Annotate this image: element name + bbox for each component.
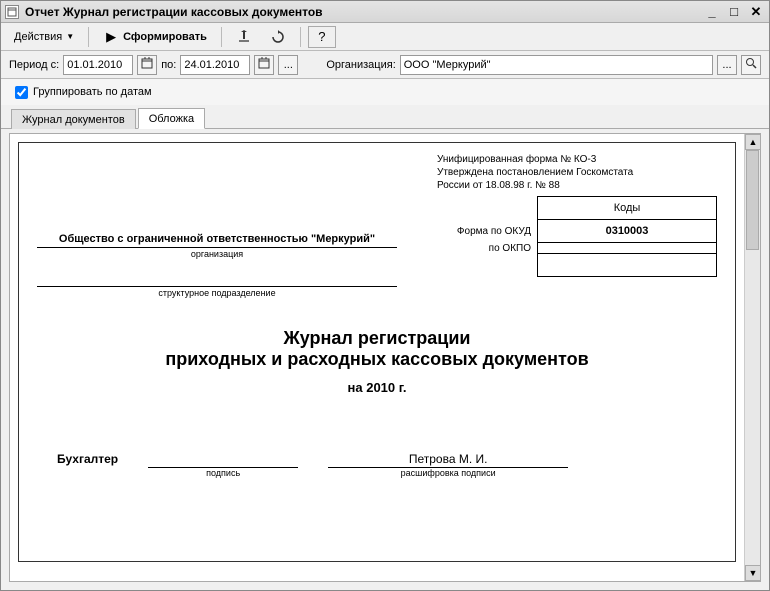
tab-label: Обложка	[149, 113, 194, 125]
signature-line	[148, 450, 298, 468]
cover-page: Общество с ограниченной ответственностью…	[18, 142, 736, 562]
content-area: Общество с ограниченной ответственностью…	[1, 129, 769, 590]
signer-name: Петрова М. И.	[328, 450, 568, 468]
scroll-up-button[interactable]: ▲	[745, 134, 761, 150]
okud-label: Форма по ОКУД	[437, 220, 537, 243]
subdivision-caption: структурное подразделение	[37, 287, 397, 298]
app-icon	[5, 5, 19, 19]
approval-line: Утверждена постановлением Госкомстата	[437, 166, 717, 179]
maximize-button[interactable]: □	[725, 4, 743, 20]
settings-button[interactable]	[229, 26, 259, 48]
period-label: на 2010 г.	[37, 380, 717, 395]
refresh-button[interactable]	[263, 26, 293, 48]
group-by-dates-label: Группировать по датам	[33, 86, 152, 98]
vertical-scrollbar[interactable]: ▲ ▼	[744, 134, 760, 581]
toolbar: Действия ▼ ▶ Сформировать ?	[1, 23, 769, 51]
toolbar-separator	[88, 27, 89, 47]
org-block: Общество с ограниченной ответственностью…	[37, 153, 397, 298]
date-to-picker[interactable]	[254, 55, 274, 75]
help-icon: ?	[314, 29, 330, 45]
window-title: Отчет Журнал регистрации кассовых докуме…	[25, 5, 323, 19]
group-by-dates-checkbox[interactable]	[15, 86, 28, 99]
date-from-input[interactable]	[63, 55, 133, 75]
date-to-input[interactable]	[180, 55, 250, 75]
close-button[interactable]: ✕	[747, 4, 765, 20]
period-to-label: по:	[161, 59, 176, 71]
period-from-label: Период с:	[9, 59, 59, 71]
title-line-1: Журнал регистрации	[37, 328, 717, 349]
period-select-button[interactable]: ...	[278, 55, 298, 75]
scroll-down-button[interactable]: ▼	[745, 565, 761, 581]
generate-button[interactable]: ▶ Сформировать	[96, 26, 214, 48]
calendar-icon	[258, 57, 270, 72]
date-from-picker[interactable]	[137, 55, 157, 75]
tabs-row: Журнал документов Обложка	[1, 105, 769, 129]
approval-line: России от 18.08.98 г. № 88	[437, 179, 717, 192]
actions-menu[interactable]: Действия ▼	[7, 26, 81, 48]
subdivision-line	[37, 273, 397, 287]
okud-value: 0310003	[537, 220, 717, 243]
actions-label: Действия	[14, 31, 62, 43]
generate-label: Сформировать	[123, 31, 207, 43]
org-label: Организация:	[326, 59, 395, 71]
settings-icon	[236, 29, 252, 45]
play-icon: ▶	[103, 29, 119, 45]
org-search-button[interactable]	[741, 55, 761, 75]
scroll-thumb[interactable]	[746, 150, 759, 250]
signature-field: подпись	[148, 450, 298, 478]
tab-label: Журнал документов	[22, 114, 125, 126]
form-header: Общество с ограниченной ответственностью…	[37, 153, 717, 298]
toolbar-separator	[221, 27, 222, 47]
extra-code-cell	[537, 254, 717, 277]
report-window: Отчет Журнал регистрации кассовых докуме…	[0, 0, 770, 591]
document-title: Журнал регистрации приходных и расходных…	[37, 328, 717, 395]
toolbar-separator	[300, 27, 301, 47]
org-caption: организация	[37, 248, 397, 259]
signature-row: Бухгалтер подпись Петрова М. И. расшифро…	[37, 450, 717, 478]
search-icon	[745, 57, 757, 72]
refresh-icon	[270, 29, 286, 45]
document-viewport: Общество с ограниченной ответственностью…	[9, 133, 761, 582]
okpo-value	[537, 243, 717, 254]
titlebar: Отчет Журнал регистрации кассовых докуме…	[1, 1, 769, 23]
filter-bar: Период с: по: ... Организация: ...	[1, 51, 769, 79]
chevron-down-icon: ▼	[66, 32, 74, 41]
tab-journal[interactable]: Журнал документов	[11, 109, 136, 129]
help-button[interactable]: ?	[308, 26, 336, 48]
approval-line: Унифицированная форма № КО-3	[437, 153, 717, 166]
org-input[interactable]	[400, 55, 713, 75]
org-select-button[interactable]: ...	[717, 55, 737, 75]
codes-block: Унифицированная форма № КО-3 Утверждена …	[437, 153, 717, 298]
title-line-2: приходных и расходных кассовых документо…	[37, 349, 717, 370]
tab-cover[interactable]: Обложка	[138, 108, 205, 129]
signer-role: Бухгалтер	[57, 452, 118, 478]
calendar-icon	[141, 57, 153, 72]
approval-text: Унифицированная форма № КО-3 Утверждена …	[437, 153, 717, 192]
org-name: Общество с ограниченной ответственностью…	[37, 233, 397, 248]
name-caption: расшифровка подписи	[328, 468, 568, 478]
okpo-label: по ОКПО	[437, 243, 537, 254]
codes-header: Коды	[537, 196, 717, 220]
options-row: Группировать по датам	[1, 79, 769, 105]
minimize-button[interactable]: _	[703, 4, 721, 20]
name-field: Петрова М. И. расшифровка подписи	[328, 450, 568, 478]
signature-caption: подпись	[148, 468, 298, 478]
